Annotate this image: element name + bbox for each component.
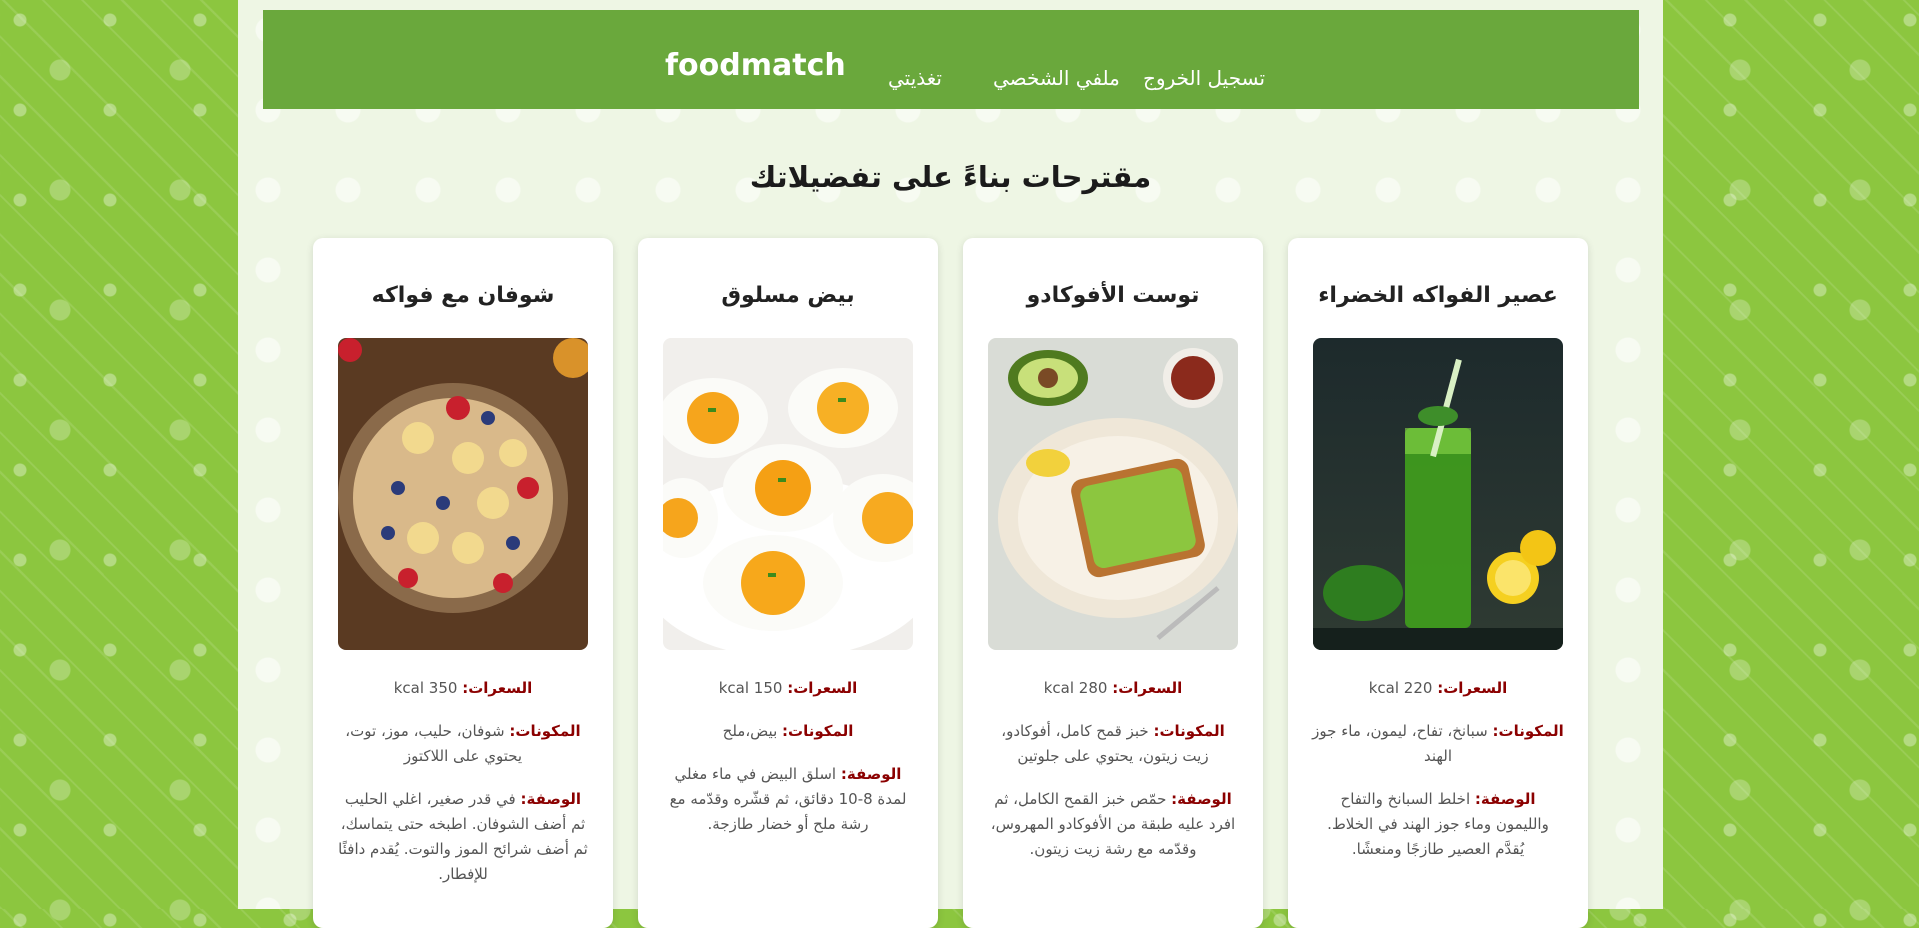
calories-text: السعرات: 350 kcal [337, 676, 589, 701]
description-text: الوصفة: اخلط السبانخ والتفاح والليمون وم… [1312, 787, 1564, 862]
description-label: الوصفة: [1171, 790, 1232, 808]
recipe-card[interactable]: بيض مسلوق السعرات: 150 kcal المكونات: بي… [638, 238, 938, 928]
ingredients-label: المكونات: [509, 722, 581, 740]
description-text: الوصفة: حمّص خبز القمح الكامل، ثم افرد ع… [987, 787, 1239, 862]
ingredients-text: المكونات: خبز قمح كامل، أفوكادو، زيت زيت… [987, 719, 1239, 769]
nav-link-logout[interactable]: تسجيل الخروج [1143, 66, 1265, 90]
description-label: الوصفة: [840, 765, 902, 783]
ingredients-label: المكونات: [1492, 722, 1564, 740]
ingredients-value: سبانخ، تفاح، ليمون، ماء جوز الهند [1312, 722, 1488, 765]
description-label: الوصفة: [520, 790, 582, 808]
ingredients-label: المكونات: [782, 722, 854, 740]
description-text: الوصفة: اسلق البيض في ماء مغلي لمدة 8-10… [662, 762, 914, 837]
ingredients-text: المكونات: شوفان، حليب، موز، توت، يحتوي ع… [337, 719, 589, 769]
recipe-title: توست الأفوكادو [1026, 283, 1200, 308]
navbar: foodmatch تسجيل الخروج ملفي الشخصي تغذيت… [263, 10, 1639, 109]
page-container: foodmatch تسجيل الخروج ملفي الشخصي تغذيت… [238, 0, 1663, 928]
boiled-eggs-image [663, 338, 913, 650]
nav-link-profile[interactable]: ملفي الشخصي [993, 66, 1120, 90]
avocado-toast-image [988, 338, 1238, 650]
description-label: الوصفة: [1474, 790, 1536, 808]
recipe-title: عصير الفواكه الخضراء [1318, 283, 1558, 308]
calories-value: 220 kcal [1368, 679, 1433, 697]
nav-link-nutrition[interactable]: تغذيتي [888, 66, 942, 90]
calories-label: السعرات: [1112, 679, 1183, 697]
ingredients-value: شوفان، حليب، موز، توت، يحتوي على اللاكتو… [345, 722, 523, 765]
green-juice-image [1313, 338, 1563, 650]
ingredients-label: المكونات: [1153, 722, 1225, 740]
calories-text: السعرات: 220 kcal [1312, 676, 1564, 701]
description-text: الوصفة: في قدر صغير، اغلي الحليب ثم أضف … [337, 787, 589, 887]
calories-label: السعرات: [462, 679, 533, 697]
recipe-card[interactable]: توست الأفوكادو السعرات: 280 kcal المكونا… [963, 238, 1263, 928]
calories-value: 280 kcal [1043, 679, 1108, 697]
oatmeal-fruit-image [338, 338, 588, 650]
calories-text: السعرات: 150 kcal [662, 676, 914, 701]
calories-value: 350 kcal [393, 679, 458, 697]
recipe-title: شوفان مع فواكه [371, 283, 555, 308]
calories-label: السعرات: [1437, 679, 1508, 697]
ingredients-text: المكونات: سبانخ، تفاح، ليمون، ماء جوز ال… [1312, 719, 1564, 769]
ingredients-text: المكونات: بيض،ملح [662, 719, 914, 744]
recipe-card[interactable]: شوفان مع فواكه السعرات: 350 kcal المكونا… [313, 238, 613, 928]
calories-text: السعرات: 280 kcal [987, 676, 1239, 701]
recipe-title: بيض مسلوق [721, 283, 855, 308]
ingredients-value: بيض،ملح [722, 722, 778, 740]
page-title: مقترحات بناءً على تفضيلاتك [749, 160, 1152, 194]
calories-value: 150 kcal [718, 679, 783, 697]
recipe-card[interactable]: عصير الفواكه الخضراء السعرات: 220 kcal ا… [1288, 238, 1588, 928]
brand-logo[interactable]: foodmatch [665, 48, 846, 83]
calories-label: السعرات: [787, 679, 858, 697]
